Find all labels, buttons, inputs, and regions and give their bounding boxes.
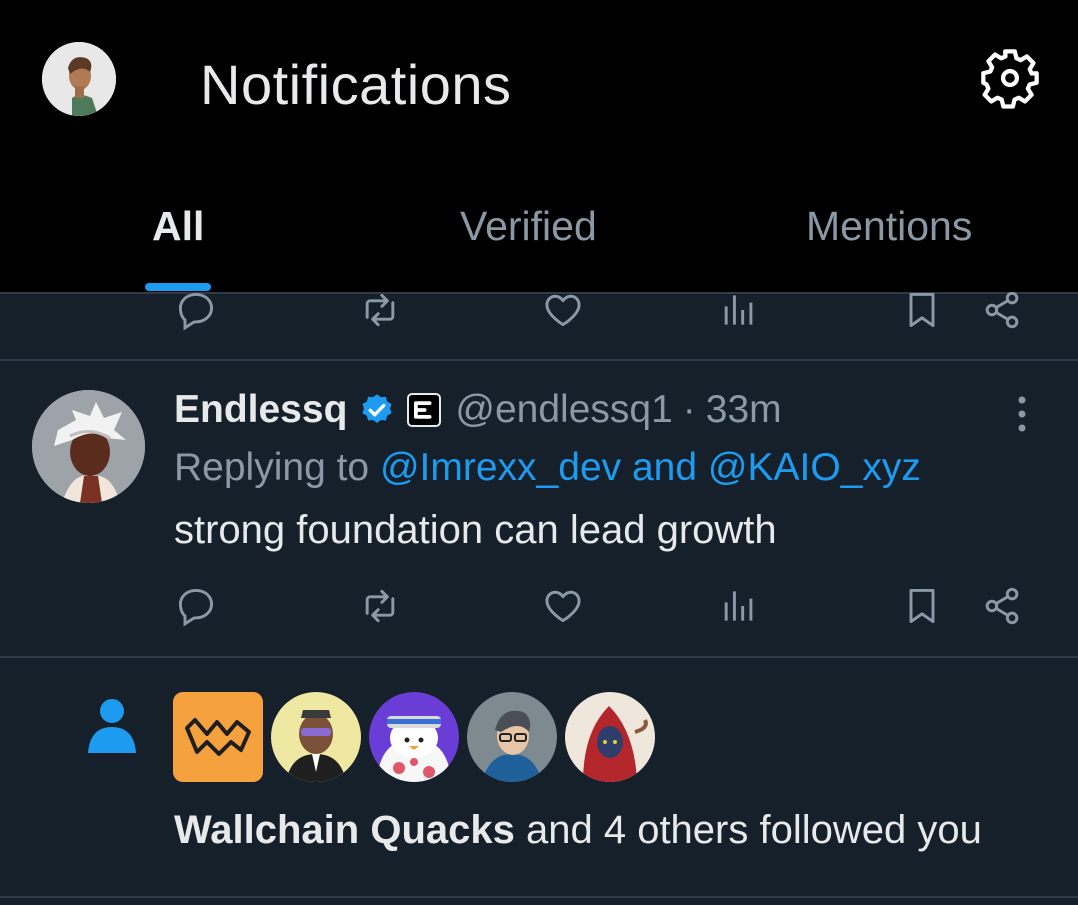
reply-icon[interactable] [174,288,218,332]
previous-post-actions [0,288,1078,338]
affiliate-badge-icon [407,393,442,427]
follower-avatar-wallchain[interactable] [173,692,263,782]
post-time[interactable]: 33m [706,388,782,432]
follow-notification-rest: and 4 others followed you [525,808,982,852]
post-divider [0,359,1078,361]
person-icon [86,697,138,753]
follower-avatar[interactable] [565,692,655,782]
follower-avatar[interactable] [271,692,361,782]
share-icon[interactable] [980,288,1024,332]
mention-link[interactable]: @Imrexx_dev [380,446,621,489]
header-bar: Notifications All Verified Mentions [0,0,1078,292]
profile-avatar[interactable] [42,42,116,116]
tab-mentions[interactable]: Mentions [806,203,972,250]
mention-link[interactable]: @KAIO_xyz [708,446,921,489]
replying-to-label: Replying to [174,446,370,489]
author-handle[interactable]: @endlessq1 [455,388,672,432]
views-icon[interactable] [717,288,761,332]
follower-avatar[interactable] [369,692,459,782]
mention-joiner: and [631,446,698,489]
follower-name[interactable]: Wallchain Quacks [174,808,515,852]
like-icon[interactable] [541,288,585,332]
views-icon[interactable] [717,584,761,628]
time-separator: · [682,388,696,431]
more-options-icon[interactable] [1010,392,1034,436]
verified-badge-icon [359,392,395,428]
replying-to-line: Replying to @Imrexx_dev and @KAIO_xyz [174,446,921,490]
gear-icon[interactable] [978,46,1042,110]
share-icon[interactable] [980,584,1024,628]
bookmark-icon[interactable] [900,288,944,332]
follow-notification-text: Wallchain Quacks and 4 others followed y… [174,808,982,853]
reply-icon[interactable] [174,584,218,628]
author-avatar[interactable] [32,390,145,503]
tab-all[interactable]: All [152,203,204,250]
post-text: strong foundation can lead growth [174,508,777,552]
author-name[interactable]: Endlessq [174,388,347,432]
post-divider [0,656,1078,658]
tab-verified[interactable]: Verified [460,203,597,250]
repost-icon[interactable] [358,584,402,628]
page-title: Notifications [200,53,512,116]
follower-avatar[interactable] [467,692,557,782]
notification-divider [0,896,1078,898]
like-icon[interactable] [541,584,585,628]
post-actions [0,584,1078,634]
post-author-line: Endlessq @endlessq1 · 33m [174,386,782,434]
bookmark-icon[interactable] [900,584,944,628]
repost-icon[interactable] [358,288,402,332]
